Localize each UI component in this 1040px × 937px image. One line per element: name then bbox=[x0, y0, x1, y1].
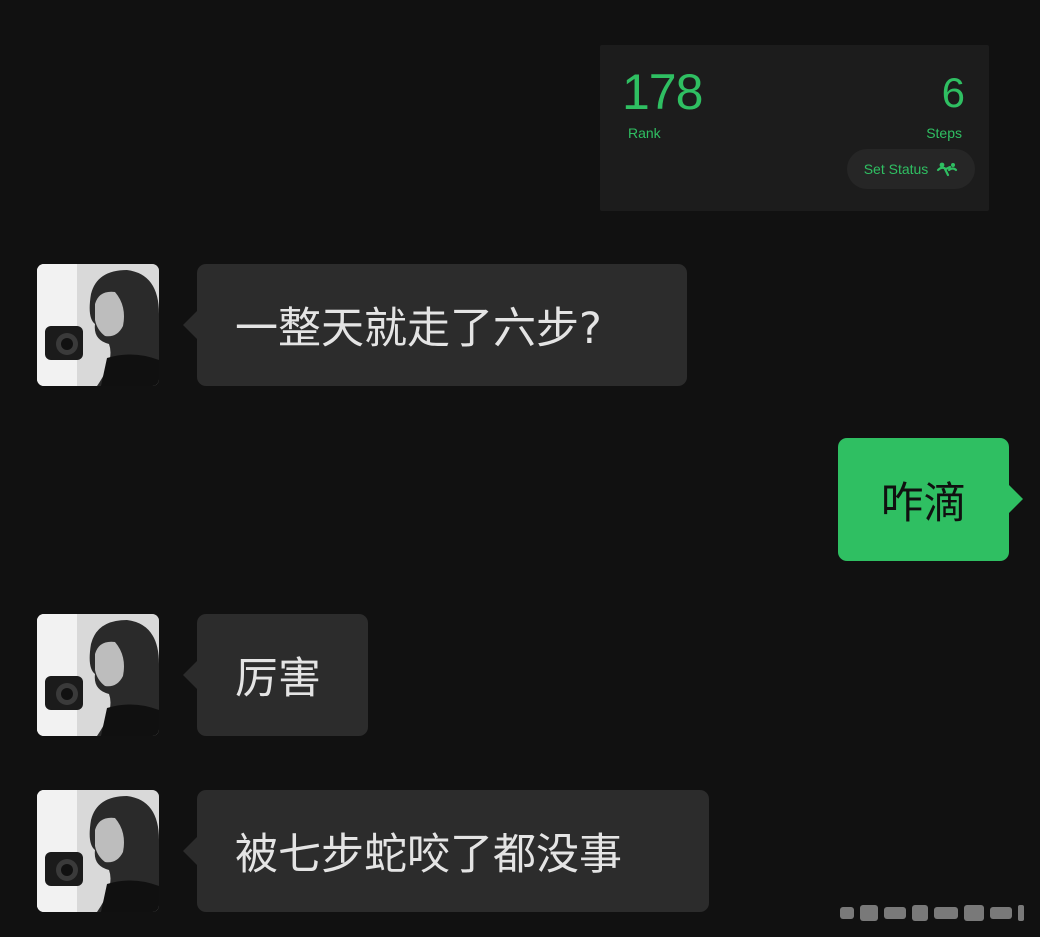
watermark bbox=[838, 899, 1028, 927]
message-bubble-incoming[interactable]: 一整天就走了六步? bbox=[183, 264, 687, 386]
steps-value: 6 bbox=[941, 69, 965, 116]
message-bubble-incoming[interactable]: 厉害 bbox=[183, 614, 368, 736]
set-status-label: Set Status bbox=[863, 161, 929, 177]
message-bubble-outgoing[interactable]: 咋滴 bbox=[838, 438, 1023, 561]
contact-avatar[interactable] bbox=[37, 614, 159, 736]
contact-avatar[interactable] bbox=[37, 790, 159, 912]
werun-stats-card[interactable]: 178 Rank 6 Steps Set Status bbox=[600, 45, 989, 211]
message-bubble-incoming[interactable]: 被七步蛇咬了都没事 bbox=[183, 790, 709, 912]
walking-status-icon bbox=[936, 161, 958, 177]
contact-avatar[interactable] bbox=[37, 264, 159, 386]
rank-label: Rank bbox=[628, 125, 661, 141]
rank-value: 178 bbox=[622, 64, 703, 120]
steps-label: Steps bbox=[926, 125, 962, 141]
set-status-button[interactable]: Set Status bbox=[847, 149, 975, 189]
